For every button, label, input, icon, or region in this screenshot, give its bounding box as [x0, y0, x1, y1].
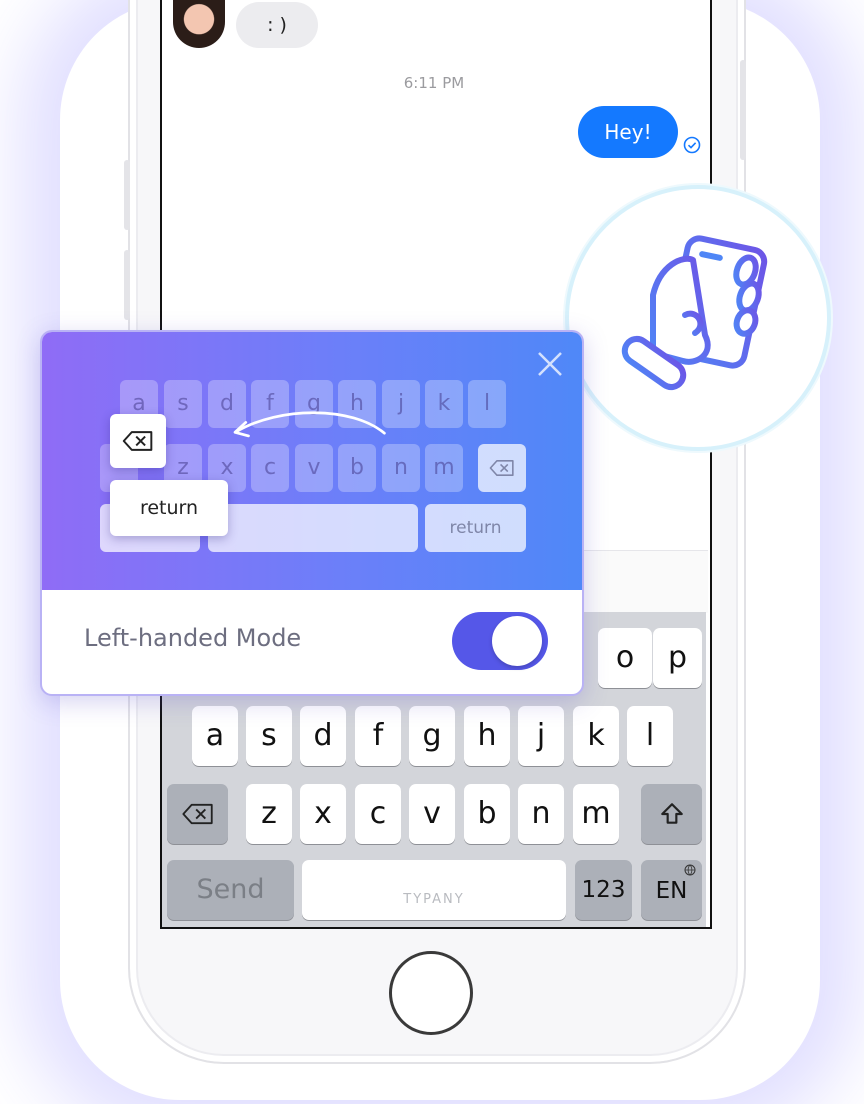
- mini-key: b: [338, 444, 376, 492]
- mini-return-key: return: [425, 504, 526, 552]
- left-handed-mode-toggle[interactable]: [452, 612, 548, 670]
- key-a[interactable]: a: [192, 706, 238, 766]
- key-p[interactable]: p: [653, 628, 702, 688]
- outgoing-message: Hey!: [578, 106, 678, 158]
- left-handed-mode-label: Left-handed Mode: [84, 624, 302, 652]
- key-f[interactable]: f: [355, 706, 401, 766]
- shift-key[interactable]: [641, 784, 702, 844]
- numbers-key[interactable]: 123: [575, 860, 632, 920]
- key-k[interactable]: k: [573, 706, 619, 766]
- read-check-icon: [683, 136, 701, 154]
- key-m[interactable]: m: [573, 784, 619, 844]
- send-button[interactable]: Send: [167, 860, 294, 920]
- incoming-message: : ): [236, 2, 318, 48]
- mini-key: k: [425, 380, 463, 428]
- moved-backspace-key: [110, 414, 166, 468]
- hand-holding-phone-icon: [621, 235, 768, 391]
- backspace-key[interactable]: [167, 784, 228, 844]
- message-timestamp: 6:11 PM: [403, 74, 465, 92]
- mini-key: v: [295, 444, 333, 492]
- mini-key: l: [468, 380, 506, 428]
- key-d[interactable]: d: [300, 706, 346, 766]
- key-x[interactable]: x: [300, 784, 346, 844]
- key-v[interactable]: v: [409, 784, 455, 844]
- key-n[interactable]: n: [518, 784, 564, 844]
- key-j[interactable]: j: [518, 706, 564, 766]
- key-h[interactable]: h: [464, 706, 510, 766]
- mini-key: c: [251, 444, 289, 492]
- backspace-icon: [181, 803, 213, 825]
- mini-backspace-key: [478, 444, 526, 492]
- key-s[interactable]: s: [246, 706, 292, 766]
- language-key[interactable]: EN: [641, 860, 702, 920]
- space-bar-label: TYPANY: [403, 892, 465, 907]
- backspace-icon: [489, 459, 514, 477]
- mini-key: n: [382, 444, 420, 492]
- swap-arrow-icon: [233, 411, 386, 438]
- shift-icon: [660, 803, 683, 824]
- home-button[interactable]: [389, 951, 473, 1035]
- key-g[interactable]: g: [409, 706, 455, 766]
- key-o[interactable]: o: [598, 628, 652, 688]
- key-l[interactable]: l: [627, 706, 673, 766]
- side-button: [124, 160, 130, 230]
- space-bar[interactable]: TYPANY: [302, 860, 566, 920]
- side-button: [740, 60, 746, 160]
- key-c[interactable]: c: [355, 784, 401, 844]
- close-icon[interactable]: [536, 350, 564, 378]
- backspace-icon: [122, 431, 153, 451]
- left-handed-mode-card: a s d f g h j k l z x c v b n m return r…: [40, 330, 584, 696]
- feature-circle: [565, 185, 831, 451]
- moved-return-key: return: [110, 480, 228, 536]
- key-b[interactable]: b: [464, 784, 510, 844]
- key-z[interactable]: z: [246, 784, 292, 844]
- mini-key: m: [425, 444, 463, 492]
- mini-space-bar: [208, 504, 418, 552]
- globe-icon: [684, 864, 696, 876]
- language-key-label: EN: [655, 878, 688, 904]
- toggle-knob: [492, 616, 542, 666]
- mini-key: s: [164, 380, 202, 428]
- side-button: [124, 250, 130, 320]
